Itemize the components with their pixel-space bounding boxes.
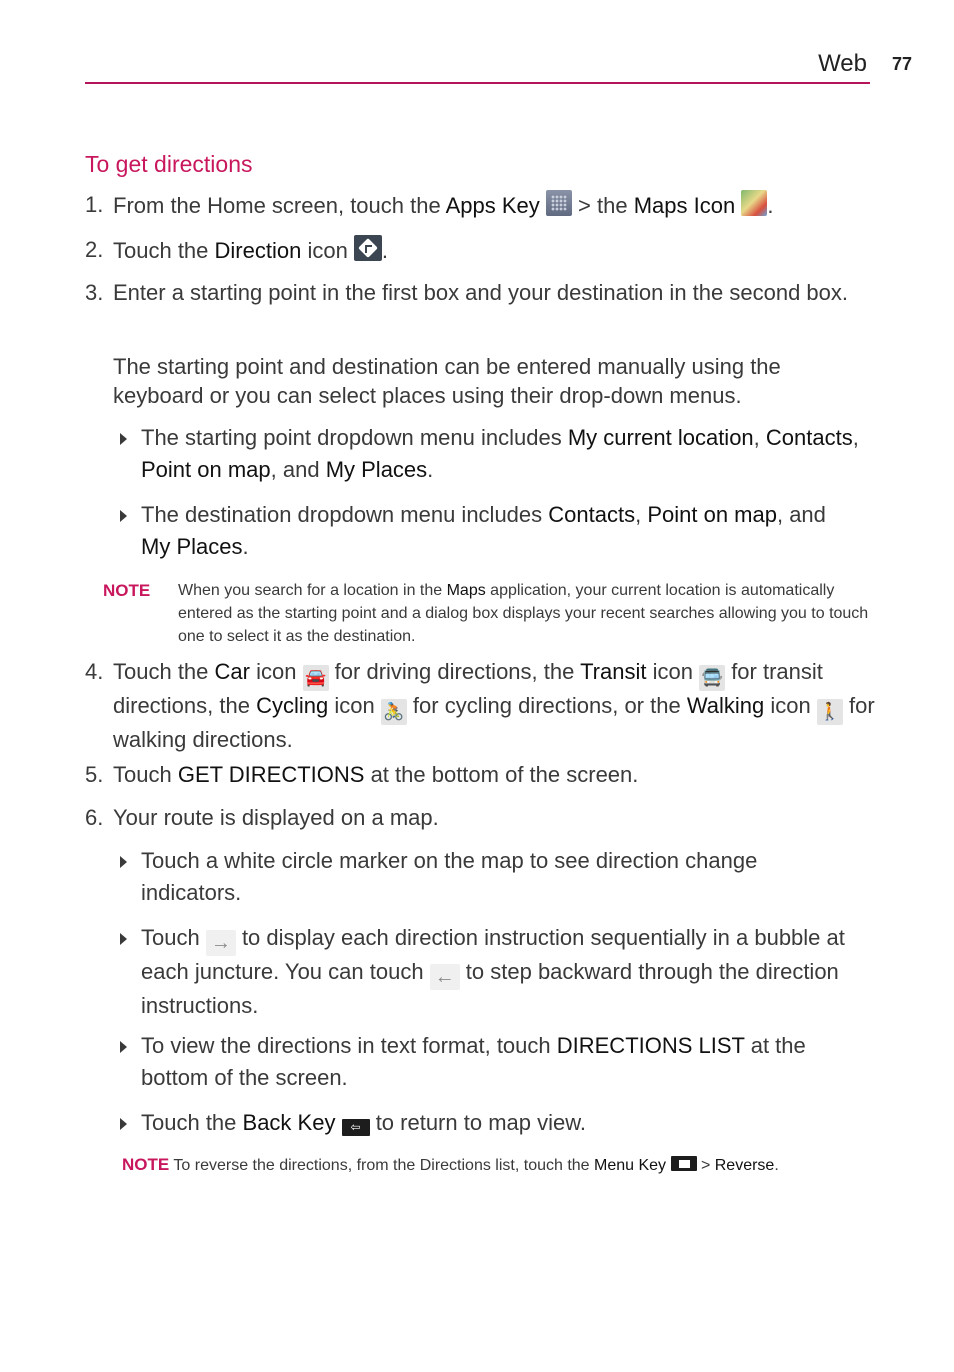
step-text: Enter a starting point in the first box …	[113, 280, 849, 305]
option-contacts: Contacts	[548, 502, 636, 527]
note-2: NOTE To reverse the directions, from the…	[122, 1153, 882, 1177]
forward-arrow-icon: →	[205, 930, 236, 956]
bullet-back-key: Touch the Back Key ⇦ to return to map vi…	[120, 1107, 860, 1139]
cycling-label: Cycling	[256, 693, 329, 718]
bullet-text: The starting point dropdown menu include…	[141, 425, 568, 450]
step-number: 2.	[85, 237, 104, 262]
step-2: 2. Touch the Direction icon .	[85, 235, 875, 266]
step-text: Touch	[113, 762, 178, 787]
bullet-starting-point: The starting point dropdown menu include…	[120, 422, 860, 486]
note-label: NOTE	[103, 581, 151, 600]
bullet-icon	[120, 856, 127, 868]
direction-icon	[353, 235, 382, 261]
car-icon: 🚘	[302, 665, 329, 691]
bullet-icon	[120, 510, 127, 522]
step-text: for cycling directions, or the	[406, 693, 687, 718]
step-text: icon	[764, 693, 817, 718]
option-my-places: My Places	[325, 457, 428, 482]
page-header: Web	[85, 48, 870, 84]
back-key-label: Back Key	[242, 1110, 336, 1135]
transit-icon: 🚍	[699, 665, 726, 691]
get-directions-label: GET DIRECTIONS	[177, 762, 365, 787]
option-my-places: My Places	[141, 534, 243, 559]
page-number: 77	[892, 54, 913, 74]
step-text: icon	[301, 238, 354, 263]
bullet-icon	[120, 1041, 127, 1053]
step-1: 1. From the Home screen, touch the Apps …	[85, 190, 875, 221]
maps-icon-label: Maps Icon	[633, 193, 736, 218]
bullet-step-navigation: Touch → to display each direction instru…	[120, 922, 860, 1022]
bullet-text: , and	[776, 502, 826, 527]
bullet-text: ,	[635, 502, 648, 527]
bullet-text: to return to map view.	[369, 1110, 587, 1135]
bullet-icon	[120, 433, 127, 445]
step-text: for driving directions, the	[328, 659, 581, 684]
bullet-text: To view the directions in text format, t…	[141, 1033, 557, 1058]
step-6: 6. Your route is displayed on a map.	[85, 803, 875, 833]
walking-label: Walking	[686, 693, 765, 718]
note-text: >	[696, 1157, 715, 1174]
step-number: 3.	[85, 280, 104, 305]
car-label: Car	[214, 659, 250, 684]
note-text: .	[774, 1157, 779, 1174]
maps-label: Maps	[446, 582, 486, 599]
bullet-directions-list: To view the directions in text format, t…	[120, 1030, 860, 1094]
bullet-text: ,	[753, 425, 766, 450]
menu-key-label: Menu Key	[594, 1157, 667, 1174]
step-number: 1.	[85, 192, 104, 217]
apps-key-label: Apps Key	[445, 193, 540, 218]
step-3-paragraph: The starting point and destination can b…	[113, 354, 781, 408]
step-text: From the Home screen, touch the	[113, 193, 446, 218]
note-1: NOTE When you search for a location in t…	[103, 579, 873, 648]
step-3: 3. Enter a starting point in the first b…	[85, 278, 875, 308]
section-title: To get directions	[85, 151, 253, 177]
reverse-label: Reverse	[714, 1157, 775, 1174]
step-number: 6.	[85, 805, 104, 830]
menu-key-icon	[670, 1156, 697, 1171]
step-text: > the	[571, 193, 634, 218]
bullet-text: Touch a white circle marker on the map t…	[141, 848, 758, 905]
bullet-text: Touch	[141, 925, 206, 950]
transit-label: Transit	[580, 659, 647, 684]
maps-icon	[741, 190, 768, 216]
step-number: 4.	[85, 659, 104, 684]
walking-icon: 🚶	[816, 699, 843, 725]
note-label: NOTE	[122, 1155, 170, 1174]
bullet-destination: The destination dropdown menu includes C…	[120, 499, 860, 563]
step-text: .	[767, 193, 774, 218]
direction-label: Direction	[214, 238, 302, 263]
bullet-icon	[120, 1118, 127, 1130]
step-number: 5.	[85, 762, 104, 787]
step-text: at the bottom of the screen.	[364, 762, 639, 787]
back-key-icon: ⇦	[341, 1119, 370, 1136]
step-text: Touch the	[113, 238, 215, 263]
option-point-on-map: Point on map	[141, 457, 271, 482]
option-my-current-location: My current location	[567, 425, 754, 450]
step-text: Touch the	[113, 659, 215, 684]
apps-key-icon	[545, 190, 572, 216]
step-4: 4. Touch the Car icon 🚘 for driving dire…	[85, 657, 875, 755]
step-text: icon	[646, 659, 700, 684]
step-text: icon	[249, 659, 303, 684]
option-point-on-map: Point on map	[647, 502, 777, 527]
step-5: 5. Touch GET DIRECTIONS at the bottom of…	[85, 760, 875, 790]
note-text: When you search for a location in the	[178, 582, 447, 599]
directions-list-label: DIRECTIONS LIST	[556, 1033, 745, 1058]
bullet-text: .	[427, 457, 434, 482]
note-text: To reverse the directions, from the Dire…	[169, 1157, 595, 1174]
option-contacts: Contacts	[765, 425, 853, 450]
bullet-text: ,	[852, 425, 859, 450]
bullet-text: The destination dropdown menu includes	[141, 502, 549, 527]
cycling-icon: 🚴	[380, 699, 407, 725]
step-text: icon	[328, 693, 381, 718]
back-arrow-icon: ←	[429, 964, 460, 990]
bullet-white-circle-marker: Touch a white circle marker on the map t…	[120, 845, 860, 909]
step-text: Your route is displayed on a map.	[113, 805, 439, 830]
bullet-icon	[120, 933, 127, 945]
bullet-text: .	[242, 534, 249, 559]
section-name: Web	[818, 50, 867, 77]
bullet-text: Touch the	[141, 1110, 243, 1135]
bullet-text: , and	[270, 457, 326, 482]
step-text: .	[381, 238, 389, 263]
